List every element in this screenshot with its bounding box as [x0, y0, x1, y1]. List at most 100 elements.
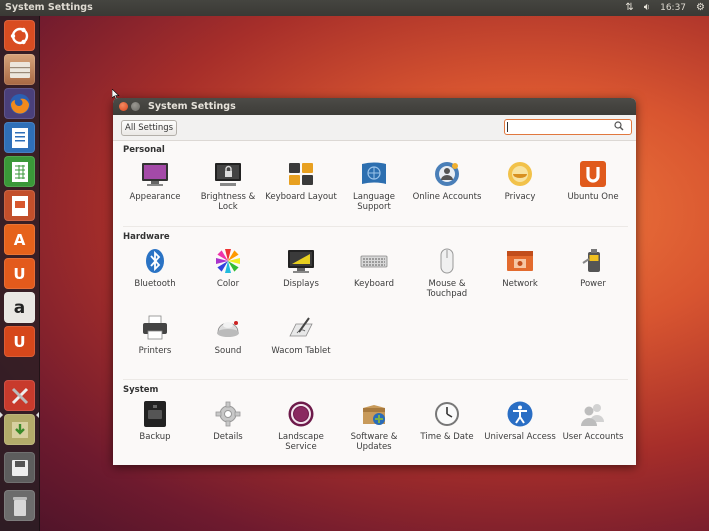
power-icon [579, 247, 607, 275]
launcher-dash[interactable] [4, 20, 35, 51]
settings-item-network[interactable]: Network [483, 247, 557, 289]
search-input[interactable] [504, 119, 632, 135]
settings-item-privacy[interactable]: Privacy [483, 160, 557, 202]
writer-document-icon [11, 127, 28, 148]
launcher-system-settings[interactable] [4, 380, 35, 411]
settings-tools-icon [11, 387, 28, 404]
online-accounts-icon [433, 160, 461, 188]
launcher-calc[interactable] [4, 156, 35, 187]
launcher-ubuntu-one-music[interactable]: U [4, 326, 35, 357]
settings-item-keyboard-layout[interactable]: Keyboard Layout [264, 160, 338, 202]
section-divider [123, 226, 628, 227]
settings-item-sound[interactable]: Sound [191, 314, 265, 356]
launcher-trash[interactable] [4, 490, 35, 521]
volume-icon[interactable]: 🔉︎ [644, 0, 650, 16]
folder-cabinet-icon [9, 61, 30, 78]
trash-icon [12, 496, 27, 516]
settings-item-appearance[interactable]: Appearance [118, 160, 192, 202]
window-toolbar: All Settings [113, 115, 636, 141]
language-support-icon [360, 160, 388, 188]
bluetooth-icon [141, 247, 169, 275]
software-updates-icon [360, 400, 388, 428]
settings-item-language-support[interactable]: Language Support [337, 160, 411, 212]
sound-icon [214, 314, 242, 342]
user-accounts-icon [579, 400, 607, 428]
settings-item-universal-access[interactable]: Universal Access [483, 400, 557, 442]
time-date-icon [433, 400, 461, 428]
settings-item-brightness-lock[interactable]: Brightness & Lock [191, 160, 265, 212]
details-icon [214, 400, 242, 428]
floppy-disk-icon [11, 459, 28, 476]
appearance-icon [141, 160, 169, 188]
settings-item-software-updates[interactable]: Software & Updates [337, 400, 411, 452]
settings-item-online-accounts[interactable]: Online Accounts [410, 160, 484, 202]
keyboard-icon [360, 247, 388, 275]
ubuntu-one-icon [579, 160, 607, 188]
launcher-save-drive[interactable] [4, 452, 35, 483]
displays-icon [287, 247, 315, 275]
ubuntu-one-launcher-icon: U [13, 264, 26, 283]
ubuntu-logo-icon [10, 27, 28, 44]
system-settings-window: System Settings All Settings Personal Ap… [113, 98, 636, 465]
indicator-area: ⇅ 🔉︎ 16:37 ⚙ [625, 0, 705, 16]
settings-item-time-date[interactable]: Time & Date [410, 400, 484, 442]
settings-item-color[interactable]: Color [191, 247, 265, 289]
network-icon [506, 247, 534, 275]
settings-item-backup[interactable]: Backup [118, 400, 192, 442]
privacy-icon [506, 160, 534, 188]
spreadsheet-icon [11, 161, 28, 182]
settings-item-wacom-tablet[interactable]: Wacom Tablet [264, 314, 338, 356]
launcher-ubuntu-one[interactable]: U [4, 258, 35, 289]
mouse-touchpad-icon [433, 247, 461, 275]
network-updown-icon[interactable]: ⇅ [625, 0, 633, 16]
settings-item-landscape-service[interactable]: Landscape Service [264, 400, 338, 452]
minimize-button[interactable] [131, 102, 140, 111]
settings-item-mouse-touchpad[interactable]: Mouse & Touchpad [410, 247, 484, 299]
settings-panel: Personal Appearance Brightness & Lock Ke… [113, 140, 636, 465]
keyboard-layout-icon [287, 160, 315, 188]
settings-item-user-accounts[interactable]: User Accounts [556, 400, 630, 442]
active-window-title: System Settings [5, 2, 93, 13]
backup-icon [141, 400, 169, 428]
settings-item-ubuntu-one[interactable]: Ubuntu One [556, 160, 630, 202]
launcher: A U a U [0, 16, 40, 531]
active-app-pip-left [0, 412, 3, 418]
launcher-writer[interactable] [4, 122, 35, 153]
text-caret [507, 122, 508, 132]
presentation-icon [11, 195, 28, 216]
launcher-firefox[interactable] [4, 88, 35, 119]
printers-icon [141, 314, 169, 342]
close-button[interactable] [119, 102, 128, 111]
launcher-update-manager[interactable] [4, 414, 35, 445]
ubuntu-one-music-icon: U [13, 332, 26, 351]
window-titlebar[interactable]: System Settings [113, 98, 636, 115]
launcher-impress[interactable] [4, 190, 35, 221]
download-arrow-icon [11, 421, 28, 438]
launcher-software-center[interactable]: A [4, 224, 35, 255]
wacom-tablet-icon [287, 314, 315, 342]
firefox-icon [9, 93, 30, 114]
all-settings-button[interactable]: All Settings [121, 120, 178, 136]
software-center-icon: A [13, 230, 26, 249]
window-title: System Settings [148, 101, 236, 112]
amazon-icon: a [13, 297, 26, 318]
brightness-lock-icon [214, 160, 242, 188]
universal-access-icon [506, 400, 534, 428]
settings-item-details[interactable]: Details [191, 400, 265, 442]
settings-item-power[interactable]: Power [556, 247, 630, 289]
landscape-service-icon [287, 400, 315, 428]
settings-item-bluetooth[interactable]: Bluetooth [118, 247, 192, 289]
section-title-system: System [123, 385, 159, 395]
section-title-personal: Personal [123, 145, 165, 155]
settings-item-keyboard[interactable]: Keyboard [337, 247, 411, 289]
settings-item-displays[interactable]: Displays [264, 247, 338, 289]
clock[interactable]: 16:37 [660, 0, 686, 16]
active-app-pip-right [36, 412, 39, 418]
launcher-files[interactable] [4, 54, 35, 85]
launcher-amazon[interactable]: a [4, 292, 35, 323]
gear-icon[interactable]: ⚙ [696, 0, 705, 16]
search-icon[interactable] [614, 121, 624, 131]
color-icon [214, 247, 242, 275]
section-divider [123, 379, 628, 380]
settings-item-printers[interactable]: Printers [118, 314, 192, 356]
